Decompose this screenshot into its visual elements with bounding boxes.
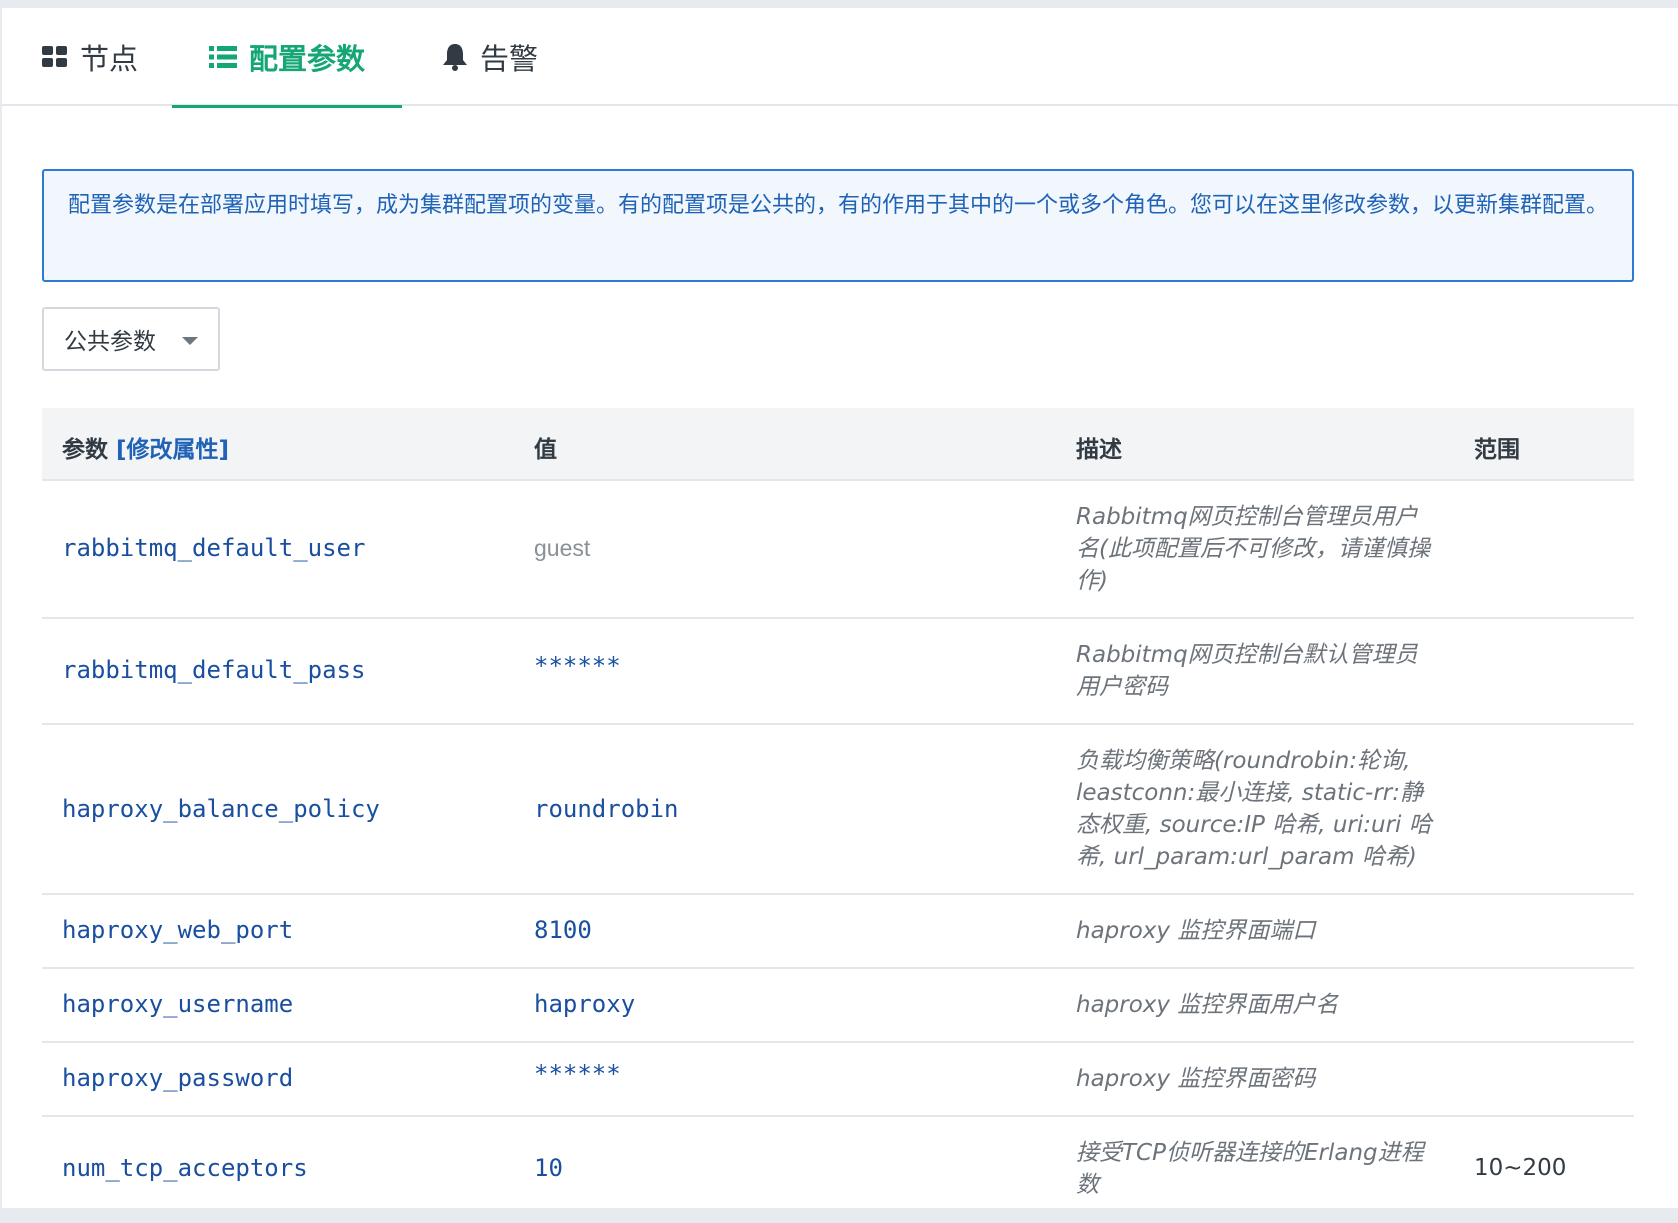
header-value: 值 [534, 437, 557, 463]
bell-icon [442, 43, 468, 71]
list-icon [208, 46, 237, 68]
table-row: rabbitmq_default_user guest Rabbitmq网页控制… [42, 481, 1634, 619]
param-name: haproxy_username [62, 990, 294, 1018]
header-desc: 描述 [1076, 437, 1122, 463]
param-desc: Rabbitmq网页控制台默认管理员用户密码 [1076, 642, 1418, 700]
param-desc: haproxy 监控界面端口 [1076, 918, 1316, 944]
param-desc: 负载均衡策略(roundrobin:轮询, leastconn:最小连接, st… [1076, 748, 1432, 870]
table-row: haproxy_username haproxy haproxy 监控界面用户名 [42, 969, 1634, 1043]
param-name: haproxy_balance_policy [62, 795, 380, 823]
tab-bar: 节点 配置参数 告警 [2, 8, 1678, 108]
param-name: haproxy_password [62, 1064, 294, 1092]
param-value[interactable]: guest [534, 535, 590, 562]
param-name: num_tcp_acceptors [62, 1154, 308, 1182]
param-name: rabbitmq_default_user [62, 534, 366, 562]
table-row: haproxy_balance_policy roundrobin 负载均衡策略… [42, 725, 1634, 895]
param-value[interactable]: 8100 [534, 916, 592, 944]
tab-nodes-label: 节点 [80, 42, 139, 76]
tab-alerts-label: 告警 [480, 42, 539, 76]
grid-icon [42, 46, 68, 68]
param-scope-select[interactable]: 公共参数 [42, 307, 220, 371]
tab-config-label: 配置参数 [248, 42, 365, 76]
table-header: 参数 [修改属性] 值 描述 范围 [42, 408, 1634, 481]
tab-nodes[interactable]: 节点 [42, 8, 138, 106]
param-range: 10~200 [1474, 1155, 1567, 1181]
param-value[interactable]: 10 [534, 1154, 563, 1182]
param-desc: haproxy 监控界面用户名 [1076, 992, 1339, 1018]
param-scope-value: 公共参数 [64, 329, 156, 355]
tab-config-params[interactable]: 配置参数 [172, 8, 402, 108]
param-value[interactable]: roundrobin [534, 795, 679, 823]
param-name: rabbitmq_default_pass [62, 656, 366, 684]
param-value[interactable]: haproxy [534, 990, 635, 1018]
table-row: haproxy_password ****** haproxy 监控界面密码 [42, 1043, 1634, 1117]
table-row: haproxy_web_port 8100 haproxy 监控界面端口 [42, 895, 1634, 969]
modify-attributes-link[interactable]: [修改属性] [116, 437, 229, 463]
header-range: 范围 [1474, 437, 1520, 463]
param-value[interactable]: ****** [534, 652, 621, 680]
table-row: num_tcp_acceptors 10 接受TCP侦听器连接的Erlang进程… [42, 1117, 1634, 1223]
tab-alerts[interactable]: 告警 [442, 8, 538, 106]
param-value[interactable]: ****** [534, 1060, 621, 1088]
param-name: haproxy_web_port [62, 916, 294, 944]
chevron-down-icon [182, 337, 198, 345]
params-table: 参数 [修改属性] 值 描述 范围 rabbitmq_default_user g… [42, 408, 1634, 1223]
table-row: rabbitmq_default_pass ****** Rabbitmq网页控… [42, 619, 1634, 725]
param-desc: Rabbitmq网页控制台管理员用户名(此项配置后不可修改，请谨慎操作) [1076, 504, 1430, 594]
param-desc: 接受TCP侦听器连接的Erlang进程数 [1076, 1140, 1424, 1198]
param-desc: haproxy 监控界面密码 [1076, 1066, 1316, 1092]
header-param: 参数 [修改属性] [62, 430, 229, 464]
main-panel: 节点 配置参数 告警 配置参数是在部署应用时填写，成为集群配置项的变量。有的配置… [2, 8, 1678, 1208]
header-param-label: 参数 [62, 437, 108, 463]
info-banner: 配置参数是在部署应用时填写，成为集群配置项的变量。有的配置项是公共的，有的作用于… [42, 169, 1634, 282]
